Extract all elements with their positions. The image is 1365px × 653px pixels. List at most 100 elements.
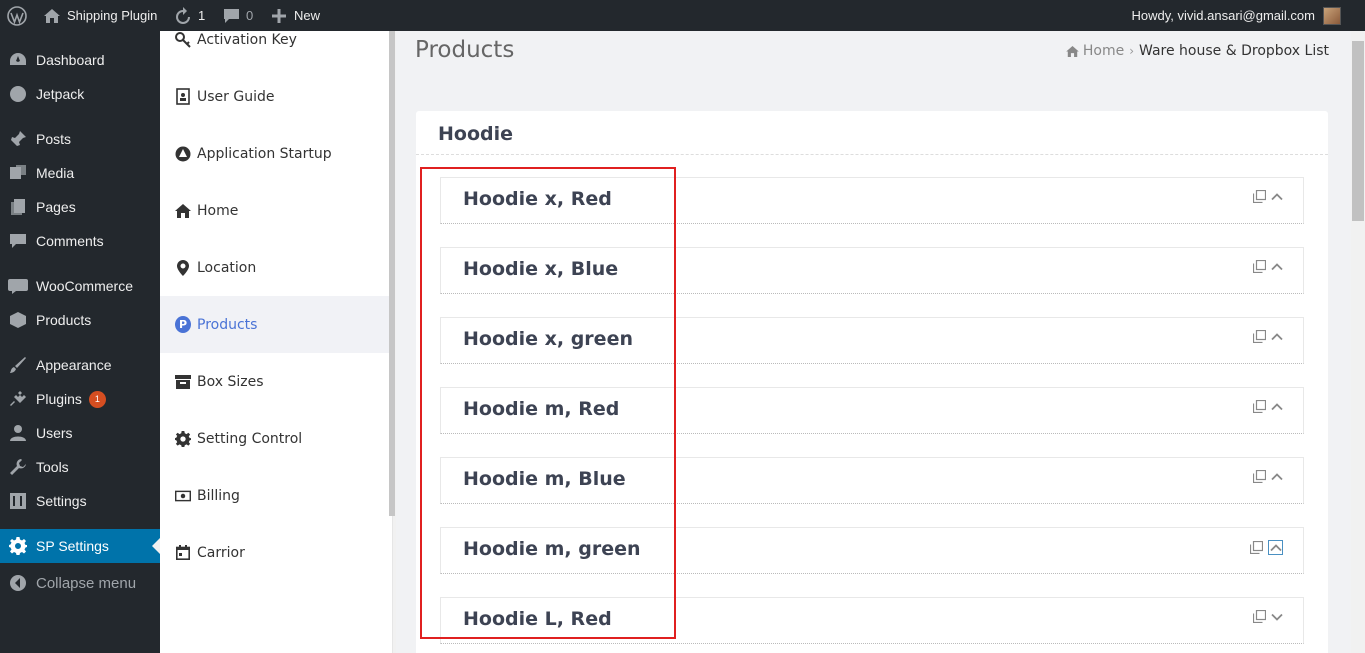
menu-label-tools: Tools	[36, 459, 69, 475]
menu-item-pages[interactable]: Pages	[0, 190, 160, 224]
menu-label-appearance: Appearance	[36, 357, 112, 373]
copy-icon[interactable]	[1253, 260, 1266, 273]
copy-icon[interactable]	[1250, 541, 1263, 554]
menu-item-appearance[interactable]: Appearance	[0, 348, 160, 382]
menu-item-dashboard[interactable]: Dashboard	[0, 43, 160, 77]
nav-label-setting-control: Setting Control	[197, 430, 303, 447]
nav-item-box-sizes[interactable]: Box Sizes	[160, 353, 393, 410]
main-content: Products Home › Ware house & Dropbox Lis…	[396, 31, 1351, 653]
menu-item-products[interactable]: Products	[0, 303, 160, 337]
page-scrollbar-thumb[interactable]	[1352, 41, 1364, 221]
chevron-up-icon[interactable]	[1271, 402, 1283, 411]
media-icon	[8, 163, 28, 183]
plugins-update-badge: 1	[88, 390, 106, 408]
nav-item-user-guide[interactable]: User Guide	[160, 68, 393, 125]
menu-item-sp-settings[interactable]: SP Settings	[0, 529, 160, 563]
menu-item-tools[interactable]: Tools	[0, 450, 160, 484]
copy-icon[interactable]	[1253, 470, 1266, 483]
menu-item-media[interactable]: Media	[0, 156, 160, 190]
home-icon	[1066, 45, 1079, 57]
nav-item-products[interactable]: P Products	[160, 296, 393, 353]
product-row[interactable]: Hoodie x, Red	[440, 177, 1304, 224]
menu-item-settings[interactable]: Settings	[0, 484, 160, 518]
nav-label-location: Location	[197, 259, 257, 276]
woo-icon	[8, 276, 28, 296]
product-row[interactable]: Hoodie m, Blue	[440, 457, 1304, 504]
breadcrumb: Home › Ware house & Dropbox List	[1066, 43, 1329, 59]
row-actions	[1253, 400, 1283, 413]
menu-label-settings: Settings	[36, 493, 87, 509]
avatar	[1323, 6, 1341, 25]
nav-item-activation-key[interactable]: Activation Key	[160, 11, 393, 68]
copy-icon[interactable]	[1253, 330, 1266, 343]
menu-item-plugins[interactable]: Plugins 1	[0, 382, 160, 416]
product-row[interactable]: Hoodie L, Red	[440, 597, 1304, 644]
wordpress-logo-icon[interactable]	[7, 0, 27, 31]
pin-icon	[8, 129, 28, 149]
chevron-up-icon[interactable]	[1268, 540, 1283, 555]
product-name: Hoodie L, Red	[463, 608, 612, 630]
site-name-link[interactable]: Shipping Plugin	[43, 0, 157, 31]
card-divider	[416, 154, 1328, 155]
nav-item-setting-control[interactable]: Setting Control	[160, 410, 393, 467]
copy-icon[interactable]	[1253, 190, 1266, 203]
copy-icon[interactable]	[1253, 610, 1266, 623]
menu-label-sp-settings: SP Settings	[36, 538, 109, 554]
breadcrumb-current: Ware house & Dropbox List	[1139, 43, 1329, 59]
nav-label-home: Home	[197, 202, 239, 219]
row-actions	[1253, 190, 1283, 203]
gear-icon	[8, 536, 28, 556]
archive-box-icon	[175, 374, 191, 390]
product-name: Hoodie x, Blue	[463, 258, 619, 280]
money-bill-icon	[175, 488, 191, 504]
chevron-up-icon[interactable]	[1271, 262, 1283, 271]
row-actions	[1253, 610, 1283, 623]
menu-item-posts[interactable]: Posts	[0, 122, 160, 156]
pages-icon	[8, 197, 28, 217]
nav-label-user-guide: User Guide	[197, 88, 275, 105]
menu-label-comments: Comments	[36, 233, 104, 249]
id-card-icon	[175, 88, 191, 105]
products-p-icon: P	[175, 316, 191, 333]
plugin-nav-scrollbar[interactable]	[389, 31, 395, 516]
site-name-label: Shipping Plugin	[67, 8, 158, 23]
product-row[interactable]: Hoodie x, Blue	[440, 247, 1304, 294]
menu-label-media: Media	[36, 165, 75, 181]
product-name: Hoodie x, green	[463, 328, 633, 350]
nav-item-billing[interactable]: Billing	[160, 467, 393, 524]
calendar-icon	[175, 545, 191, 561]
collapse-menu-button[interactable]: Collapse menu	[0, 566, 160, 600]
menu-item-comments[interactable]: Comments	[0, 224, 160, 258]
home-icon	[175, 203, 191, 219]
row-actions	[1253, 470, 1283, 483]
chevron-up-icon[interactable]	[1271, 332, 1283, 341]
product-row[interactable]: Hoodie m, green	[440, 527, 1304, 574]
menu-label-dashboard: Dashboard	[36, 52, 105, 68]
nav-item-carrior[interactable]: Carrior	[160, 524, 393, 581]
nav-item-application-startup[interactable]: Application Startup	[160, 125, 393, 182]
wrench-icon	[8, 457, 28, 477]
page-scrollbar[interactable]	[1351, 31, 1365, 653]
row-actions	[1253, 330, 1283, 343]
menu-item-users[interactable]: Users	[0, 416, 160, 450]
product-group-card: Hoodie Hoodie x, Red Hoodie x, Blue Hoodie…	[416, 111, 1328, 653]
chevron-up-icon[interactable]	[1271, 192, 1283, 201]
menu-item-woocommerce[interactable]: WooCommerce	[0, 269, 160, 303]
product-row[interactable]: Hoodie m, Red	[440, 387, 1304, 434]
copy-icon[interactable]	[1253, 400, 1266, 413]
collapse-menu-label: Collapse menu	[36, 574, 137, 592]
menu-item-jetpack[interactable]: Jetpack	[0, 77, 160, 111]
nav-item-location[interactable]: Location	[160, 239, 393, 296]
breadcrumb-home-link[interactable]: Home	[1066, 43, 1124, 59]
product-name: Hoodie x, Red	[463, 188, 612, 210]
menu-label-posts: Posts	[36, 131, 72, 147]
account-menu[interactable]: Howdy, vivid.ansari@gmail.com	[1132, 0, 1341, 31]
menu-label-plugins: Plugins	[36, 391, 82, 407]
product-row[interactable]: Hoodie x, green	[440, 317, 1304, 364]
wp-admin-menu: Dashboard Jetpack Posts Media Pages Comm…	[0, 31, 160, 653]
nav-item-home[interactable]: Home	[160, 182, 393, 239]
product-name: Hoodie m, Red	[463, 398, 620, 420]
chevron-down-icon[interactable]	[1271, 613, 1283, 621]
chevron-up-icon[interactable]	[1271, 472, 1283, 481]
startup-icon	[175, 146, 191, 162]
